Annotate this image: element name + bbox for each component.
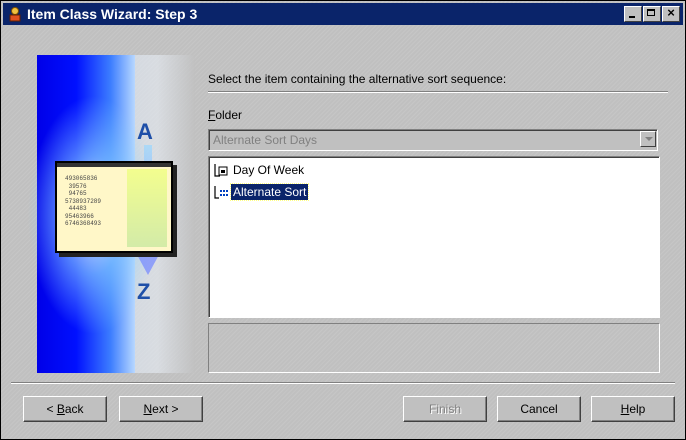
footer-separator (11, 382, 675, 384)
back-prefix: < (46, 402, 57, 416)
sort-item-icon (214, 186, 228, 199)
minimize-button[interactable] (624, 6, 642, 22)
next-button[interactable]: Next > (119, 396, 203, 422)
folder-label-rest: older (215, 108, 243, 122)
instruction-text: Select the item containing the alternati… (208, 72, 507, 86)
list-item-day-of-week[interactable]: Day Of Week (213, 161, 306, 179)
wizard-window: Item Class Wizard: Step 3 × 493065836 39… (0, 0, 686, 440)
description-panel (208, 323, 660, 373)
finish-button[interactable]: Finish (403, 396, 487, 422)
back-mnemonic: B (56, 402, 65, 416)
back-rest: ack (64, 402, 84, 416)
sort-arrow-icon (135, 251, 161, 275)
item-list[interactable]: Day Of Week Alternate Sort (208, 156, 660, 318)
sheet-header (57, 163, 171, 167)
help-rest: elp (629, 402, 646, 416)
minimize-icon (629, 16, 635, 18)
data-sheet-icon: 493065836 39576 94765 5738937289 44483 9… (55, 161, 173, 253)
header-separator (208, 91, 668, 93)
folder-dropdown-value: Alternate Sort Days (213, 133, 318, 147)
folder-label: Folder (208, 108, 242, 122)
item-icon (214, 164, 228, 177)
wizard-app-icon (9, 7, 21, 22)
sheet-numbers: 493065836 39576 94765 5738937289 44483 9… (65, 175, 102, 227)
dropdown-arrow-icon[interactable] (640, 131, 656, 147)
help-button[interactable]: Help (591, 396, 675, 422)
list-item-alternate-sort[interactable]: Alternate Sort (213, 183, 310, 201)
list-item-label-selected: Alternate Sort (229, 183, 310, 201)
sheet-highlight (127, 169, 167, 247)
maximize-button[interactable] (643, 6, 661, 22)
folder-dropdown[interactable]: Alternate Sort Days (208, 129, 658, 151)
next-mnemonic: N (143, 402, 153, 416)
list-item-label: Day Of Week (233, 163, 305, 177)
next-rest: ext > (152, 402, 179, 416)
cancel-button[interactable]: Cancel (497, 396, 581, 422)
maximize-icon (647, 9, 655, 16)
help-mnemonic: H (620, 402, 630, 416)
close-icon: × (667, 5, 675, 20)
window-title: Item Class Wizard: Step 3 (27, 6, 198, 22)
close-button[interactable]: × (662, 5, 680, 22)
letter-a: A (137, 119, 153, 144)
letter-z: Z (137, 279, 151, 304)
title-bar[interactable]: Item Class Wizard: Step 3 × (3, 3, 683, 25)
back-button[interactable]: < Back (23, 396, 107, 422)
